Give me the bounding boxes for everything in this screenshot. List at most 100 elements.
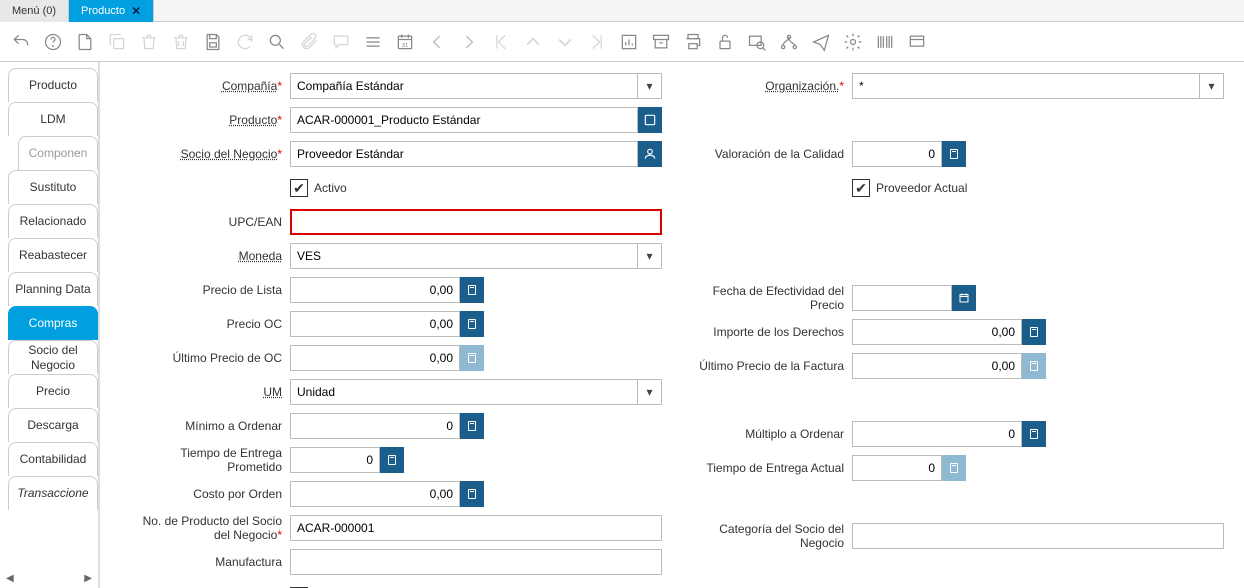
input-manufactura[interactable] — [290, 549, 662, 575]
send-icon[interactable] — [810, 31, 832, 53]
checkbox-activo[interactable]: ✔ — [290, 179, 308, 197]
dropdown-compania-icon[interactable]: ▾ — [638, 73, 662, 99]
dropdown-organizacion-icon[interactable]: ▾ — [1200, 73, 1224, 99]
input-socio[interactable] — [290, 141, 638, 167]
sidetab-sustituto[interactable]: Sustituto — [8, 170, 98, 204]
dropdown-um-icon[interactable]: ▾ — [638, 379, 662, 405]
input-multiplo[interactable] — [852, 421, 1022, 447]
label-fecha-efect: Fecha de Efectividad del Precio — [692, 284, 852, 312]
input-organizacion[interactable] — [852, 73, 1200, 99]
zoom-icon[interactable] — [746, 31, 768, 53]
down-icon[interactable] — [554, 31, 576, 53]
input-moneda[interactable] — [290, 243, 638, 269]
input-tiempo-prom[interactable] — [290, 447, 380, 473]
first-icon[interactable] — [490, 31, 512, 53]
input-costo-orden[interactable] — [290, 481, 460, 507]
copy-icon[interactable] — [106, 31, 128, 53]
calc-precio-oc-icon[interactable] — [460, 311, 484, 337]
label-moneda: Moneda — [130, 249, 290, 263]
checkbox-proveedor[interactable]: ✔ — [852, 179, 870, 197]
input-importe[interactable] — [852, 319, 1022, 345]
delete-icon[interactable] — [138, 31, 160, 53]
calc-multiplo-icon[interactable] — [1022, 421, 1046, 447]
undo-icon[interactable] — [10, 31, 32, 53]
label-tiempo-prom: Tiempo de Entrega Prometido — [130, 446, 290, 474]
grid-icon[interactable] — [362, 31, 384, 53]
save-icon[interactable] — [202, 31, 224, 53]
sidetab-contabilidad[interactable]: Contabilidad — [8, 442, 98, 476]
sidetab-planning[interactable]: Planning Data — [8, 272, 98, 306]
lock-icon[interactable] — [714, 31, 736, 53]
input-categoria[interactable] — [852, 523, 1224, 549]
new-icon[interactable] — [74, 31, 96, 53]
sidetab-producto[interactable]: Producto — [8, 68, 98, 102]
archive-icon[interactable] — [650, 31, 672, 53]
input-minimo[interactable] — [290, 413, 460, 439]
refresh-icon[interactable] — [234, 31, 256, 53]
input-precio-lista[interactable] — [290, 277, 460, 303]
sidetab-transacciones[interactable]: Transaccione — [8, 476, 98, 510]
dropdown-moneda-icon[interactable]: ▾ — [638, 243, 662, 269]
calc-valoracion-icon[interactable] — [942, 141, 966, 167]
label-ultimo-precio-oc: Último Precio de OC — [130, 351, 290, 365]
attach-icon[interactable] — [298, 31, 320, 53]
lookup-socio-icon[interactable] — [638, 141, 662, 167]
print-icon[interactable] — [682, 31, 704, 53]
sidetab-scroll-right-icon[interactable]: ▶ — [84, 573, 92, 584]
calc-tiempo-prom-icon[interactable] — [380, 447, 404, 473]
label-upc: UPC/EAN — [130, 215, 290, 229]
slides-icon[interactable] — [906, 31, 928, 53]
workflow-icon[interactable] — [778, 31, 800, 53]
input-compania[interactable] — [290, 73, 638, 99]
label-compania: Compañía* — [130, 79, 290, 93]
input-um[interactable] — [290, 379, 638, 405]
sidetab-compras[interactable]: Compras — [8, 306, 98, 340]
sidetab-descarga[interactable]: Descarga — [8, 408, 98, 442]
search-icon[interactable] — [266, 31, 288, 53]
sidetab-scroll-left-icon[interactable]: ◀ — [6, 573, 14, 584]
tab-producto[interactable]: Producto ✕ — [69, 0, 154, 22]
tab-menu-label: Menú (0) — [12, 5, 56, 17]
calendar-icon[interactable]: 31 — [394, 31, 416, 53]
sidetab-precio[interactable]: Precio — [8, 374, 98, 408]
label-activo: Activo — [314, 181, 347, 195]
input-valoracion[interactable] — [852, 141, 942, 167]
up-icon[interactable] — [522, 31, 544, 53]
calc-importe-icon[interactable] — [1022, 319, 1046, 345]
calc-minimo-icon[interactable] — [460, 413, 484, 439]
input-ultimo-factura[interactable] — [852, 353, 1022, 379]
lookup-producto-icon[interactable] — [638, 107, 662, 133]
prev-icon[interactable] — [426, 31, 448, 53]
barcode-icon[interactable] — [874, 31, 896, 53]
sidetab-relacionado[interactable]: Relacionado — [8, 204, 98, 238]
sidetab-componente[interactable]: Componen — [18, 136, 98, 170]
sidetab-ldm[interactable]: LDM — [8, 102, 98, 136]
input-precio-oc[interactable] — [290, 311, 460, 337]
input-ultimo-oc[interactable] — [290, 345, 460, 371]
input-tiempo-actual[interactable] — [852, 455, 942, 481]
label-no-producto: No. de Producto del Socio del Negocio* — [130, 514, 290, 542]
label-um: UM — [130, 385, 290, 399]
input-no-producto[interactable] — [290, 515, 662, 541]
delete-all-icon[interactable] — [170, 31, 192, 53]
input-fecha-efect[interactable] — [852, 285, 952, 311]
last-icon[interactable] — [586, 31, 608, 53]
input-producto[interactable] — [290, 107, 638, 133]
tab-menu[interactable]: Menú (0) — [0, 0, 69, 22]
label-proveedor: Proveedor Actual — [876, 181, 967, 195]
calc-costo-icon[interactable] — [460, 481, 484, 507]
calendar-fecha-icon[interactable] — [952, 285, 976, 311]
close-icon[interactable]: ✕ — [131, 4, 141, 18]
sidetab-socio[interactable]: Socio del Negocio — [8, 340, 98, 374]
gear-icon[interactable] — [842, 31, 864, 53]
next-icon[interactable] — [458, 31, 480, 53]
label-ultimo-factura: Último Precio de la Factura — [692, 359, 852, 373]
help-icon[interactable] — [42, 31, 64, 53]
chat-icon[interactable] — [330, 31, 352, 53]
label-multiplo: Múltiplo a Ordenar — [692, 427, 852, 441]
tab-producto-label: Producto — [81, 5, 125, 17]
input-upc[interactable] — [290, 209, 662, 235]
sidetab-reabastecer[interactable]: Reabastecer — [8, 238, 98, 272]
calc-precio-lista-icon[interactable] — [460, 277, 484, 303]
report-icon[interactable] — [618, 31, 640, 53]
